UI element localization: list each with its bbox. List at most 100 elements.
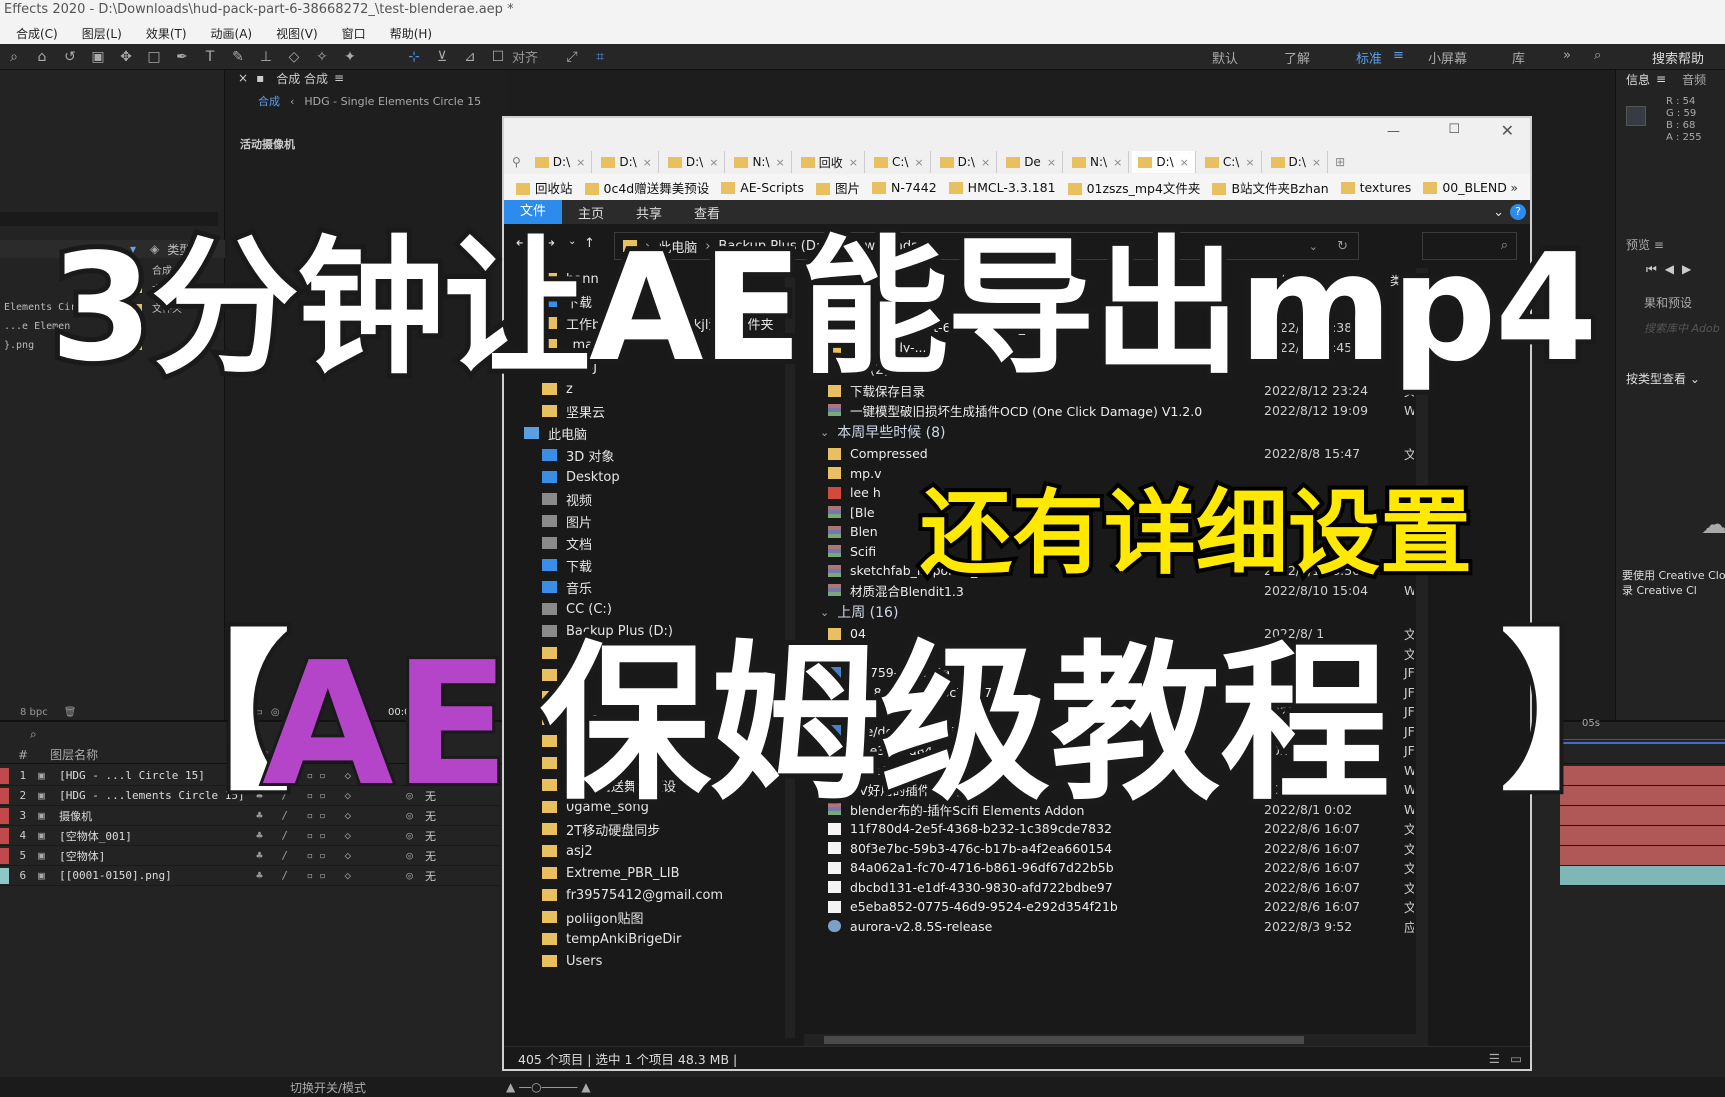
toggle-switches-label[interactable]: 切换开关/模式: [290, 1079, 366, 1096]
nav-item[interactable]: 坚果云: [514, 400, 784, 422]
menu-icon[interactable]: ≡: [1656, 72, 1666, 86]
nav-item[interactable]: 图片: [514, 510, 784, 532]
parent-pickwhip-icon[interactable]: ◎: [406, 849, 425, 862]
workspace-standard[interactable]: 标准: [1356, 48, 1382, 67]
sort-by-type-dropdown[interactable]: 按类型查看 ⌄: [1626, 370, 1700, 387]
bookmark-item[interactable]: HMCL-3.3.181: [948, 180, 1056, 195]
details-view-icon[interactable]: ☰: [1489, 1051, 1500, 1066]
layer-switches[interactable]: ♣ / ▫▫ ◇: [256, 869, 406, 882]
camera-icon[interactable]: ▣: [88, 48, 108, 66]
comp-tab[interactable]: 合成 合成: [276, 70, 328, 87]
bpc-label[interactable]: 8 bpc: [20, 707, 48, 718]
nav-item[interactable]: 视频: [514, 488, 784, 510]
menu-item[interactable]: 视图(V): [276, 25, 318, 42]
file-row[interactable]: 84a062a1-fc70-4716-b861-96df67d22b5b 2022…: [804, 858, 1414, 878]
search-help-icon[interactable]: ⌕: [1594, 48, 1601, 63]
layer-name[interactable]: [空物体]: [59, 848, 256, 864]
close-tab-icon[interactable]: ×: [1180, 156, 1189, 169]
nav-item[interactable]: asj2: [514, 840, 784, 862]
ribbon-expand-icon[interactable]: ⌄: [1493, 205, 1504, 220]
text-tool-icon[interactable]: T: [200, 48, 220, 66]
explorer-tab[interactable]: D:\ ×: [934, 151, 998, 173]
collapse-chevron-icon[interactable]: ⌄: [820, 426, 829, 439]
file-row[interactable]: Compressed 2022/8/8 15:47 文: [804, 444, 1414, 464]
maximize-icon[interactable]: ☐: [1448, 122, 1460, 137]
help-icon[interactable]: ?: [1510, 204, 1526, 220]
pan-icon[interactable]: ✥: [116, 48, 136, 66]
workspace-library[interactable]: 库: [1512, 48, 1525, 67]
zoom-slider[interactable]: ▲ ―○――― ▲: [506, 1080, 591, 1094]
bookmark-item[interactable]: 0c4d赠送舞美预设: [584, 178, 709, 197]
menu-item[interactable]: 帮助(H): [390, 25, 432, 42]
menu-item[interactable]: 合成(C): [16, 25, 58, 42]
menu-icon[interactable]: ≡: [1393, 48, 1404, 63]
parent-pickwhip-icon[interactable]: ◎: [406, 829, 425, 842]
explorer-tab[interactable]: D:\ ×: [595, 151, 659, 173]
bookmark-item[interactable]: N-7442: [871, 180, 937, 195]
tiles-view-icon[interactable]: ▭: [1510, 1051, 1522, 1066]
home-icon[interactable]: ⌂: [32, 48, 52, 66]
nav-item[interactable]: Extreme_PBR_LIB: [514, 862, 784, 884]
close-tab-icon[interactable]: ×: [1113, 156, 1122, 169]
explorer-tab[interactable]: D:\ ×: [529, 151, 593, 173]
layer-name[interactable]: [[0001-0150].png]: [59, 869, 256, 882]
timeline-layer-row[interactable]: 6 ▣ [[0001-0150].png] ♣ / ▫▫ ◇ ◎ 无: [0, 866, 500, 886]
explorer-tab[interactable]: D:\ ×: [662, 151, 726, 173]
nav-item[interactable]: 下载: [514, 554, 784, 576]
ribbon-tab-file[interactable]: 文件: [504, 200, 563, 224]
explorer-tab[interactable]: 回收 ×: [795, 151, 865, 173]
snap-icon[interactable]: ⤢: [562, 48, 582, 66]
layer-color-label[interactable]: [0, 807, 10, 824]
effects-presets-title[interactable]: 果和预设: [1644, 294, 1692, 311]
close-tab-icon[interactable]: ×: [1312, 156, 1321, 169]
layer-color-label[interactable]: [0, 787, 10, 804]
menu-item[interactable]: 动画(A): [211, 25, 253, 42]
audio-tab[interactable]: 音频: [1682, 71, 1706, 88]
more-bookmarks-icon[interactable]: »: [1510, 180, 1518, 195]
file-row[interactable]: 一键模型破旧损坏生成插件OCD (One Click Damage) V1.2.…: [804, 401, 1414, 421]
menu-item[interactable]: 窗口: [342, 25, 366, 42]
explorer-tab[interactable]: C:\ ×: [868, 151, 931, 173]
nav-item[interactable]: Desktop: [514, 466, 784, 488]
layer-color-label[interactable]: [0, 827, 10, 844]
workspace-default[interactable]: 默认: [1212, 48, 1238, 67]
roto-tool-icon[interactable]: ✧: [312, 48, 332, 66]
align-checkbox[interactable]: ☐: [488, 48, 508, 66]
puppet-tool-icon[interactable]: ✦: [340, 48, 360, 66]
menu-item[interactable]: 效果(T): [146, 25, 187, 42]
close-icon[interactable]: ✕: [1501, 121, 1514, 140]
close-tab-icon[interactable]: ×: [914, 156, 923, 169]
layer-parent[interactable]: 无: [425, 828, 500, 844]
file-row[interactable]: 80f3e7bc-59b3-476c-b17b-a4f2ea660154 2022…: [804, 839, 1414, 859]
ribbon-tab-home[interactable]: 主页: [562, 203, 620, 222]
nav-item[interactable]: fr39575412@gmail.com: [514, 884, 784, 906]
rect-tool-icon[interactable]: □: [144, 48, 164, 66]
close-tab-icon[interactable]: ×: [981, 156, 990, 169]
nav-item[interactable]: 音乐: [514, 576, 784, 598]
nav-item[interactable]: Users: [514, 950, 784, 972]
close-tab-icon[interactable]: ×: [776, 156, 785, 169]
timeline-layer-row[interactable]: 5 ▣ [空物体] ♣ / ▫▫ ◇ ◎ 无: [0, 846, 500, 866]
nav-item[interactable]: 文档: [514, 532, 784, 554]
bookmark-item[interactable]: 回收站: [516, 178, 573, 197]
close-tab-icon[interactable]: ×: [849, 156, 858, 169]
axis-icon[interactable]: ⊹: [404, 48, 424, 66]
explorer-tab[interactable]: D:\ ×: [1265, 151, 1329, 173]
layer-color-label[interactable]: [0, 847, 10, 864]
explorer-tab[interactable]: N:\ ×: [728, 151, 792, 173]
explorer-tab[interactable]: N:\ ×: [1066, 151, 1130, 173]
eraser-tool-icon[interactable]: ◇: [284, 48, 304, 66]
comp-breadcrumb[interactable]: 合成: [258, 93, 280, 109]
file-group-header[interactable]: ⌄ 本周早些时候 (8): [804, 420, 1414, 444]
bookmark-item[interactable]: 01zszs_mp4文件夹: [1067, 178, 1200, 197]
new-tab-icon[interactable]: ⊞: [1335, 155, 1345, 169]
layer-parent[interactable]: 无: [425, 868, 500, 884]
close-tab-icon[interactable]: ×: [1047, 156, 1056, 169]
menu-item[interactable]: 图层(L): [82, 25, 122, 42]
minimize-icon[interactable]: —: [1387, 124, 1400, 139]
timeline-search-icon[interactable]: ⌕: [30, 727, 37, 742]
bookmark-item[interactable]: textures: [1340, 180, 1411, 195]
layer-parent[interactable]: 无: [425, 848, 500, 864]
info-tab[interactable]: 信息: [1626, 71, 1650, 88]
effects-search-input[interactable]: 搜索库中 Adob: [1644, 320, 1720, 336]
